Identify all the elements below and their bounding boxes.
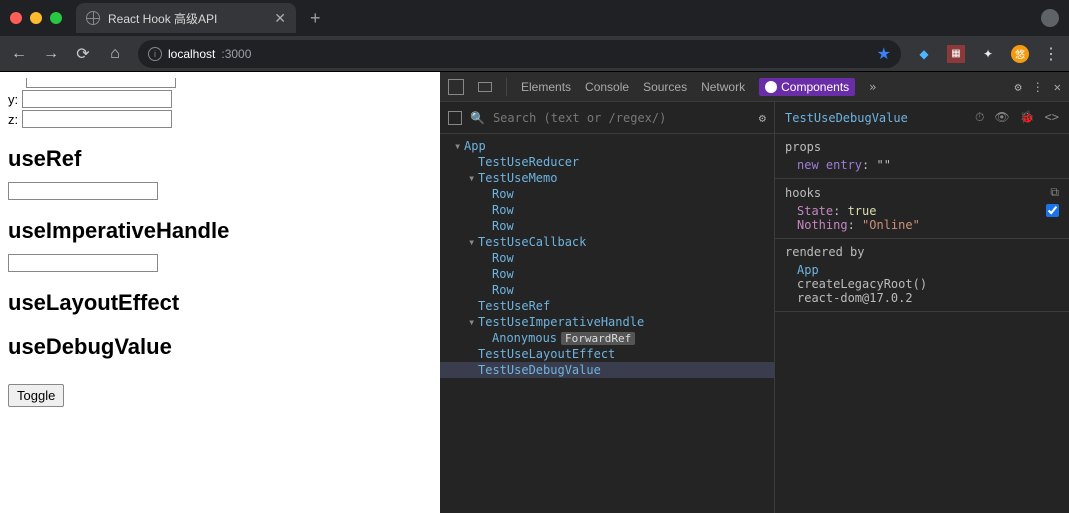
search-icon: 🔍 [470,111,485,125]
rendered-by-app[interactable]: App [785,263,1059,277]
back-button[interactable]: ← [10,45,28,63]
tree-node-row[interactable]: Row [440,250,774,266]
inspect-element-icon[interactable] [448,79,464,95]
extension-avatar-icon[interactable]: 悠 [1011,45,1029,63]
tab-console[interactable]: Console [585,80,629,94]
tab-title: React Hook 高级API [108,10,217,27]
props-section-title: props [785,140,1059,154]
tree-node-testuselayouteffect[interactable]: TestUseLayoutEffect [440,346,774,362]
tree-node-row[interactable]: Row [440,218,774,234]
view-source-icon[interactable]: <> [1045,110,1059,125]
hook-state-value[interactable]: true [848,204,877,218]
home-button[interactable]: ⌂ [106,45,124,63]
hook-nothing-key: Nothing [797,218,848,232]
devtools-settings-icon[interactable]: ⚙ [1015,80,1022,94]
new-entry-key[interactable]: new entry [797,158,862,172]
url-host: localhost [168,47,215,61]
tabs-overflow-icon[interactable]: » [869,80,876,94]
hook-nothing-value: "Online" [862,218,920,232]
devtools-close-icon[interactable]: ✕ [1054,80,1061,94]
selected-component-name: TestUseDebugValue [785,111,908,125]
window-max-dot[interactable] [50,12,62,24]
tab-components[interactable]: Components [759,78,855,96]
new-tab-button[interactable]: + [304,8,327,29]
tree-node-row[interactable]: Row [440,266,774,282]
new-entry-value[interactable]: "" [876,158,890,172]
rendered-by-root: createLegacyRoot() [785,277,1059,291]
select-component-icon[interactable] [448,111,462,125]
bookmark-star-icon[interactable]: ★ [877,44,891,64]
tree-node-row[interactable]: Row [440,282,774,298]
tab-elements[interactable]: Elements [521,80,571,94]
tree-node-testuseref[interactable]: TestUseRef [440,298,774,314]
tree-node-row[interactable]: Row [440,186,774,202]
useref-input[interactable] [8,182,158,200]
tab-network[interactable]: Network [701,80,745,94]
profile-icon[interactable] [1041,9,1059,27]
extension-puzzle-icon[interactable]: ✦ [979,45,997,63]
useimperative-input[interactable] [8,254,158,272]
tree-node-app[interactable]: ▾App [440,138,774,154]
site-info-icon[interactable]: i [148,47,162,61]
z-label: z: [8,112,18,127]
partial-input[interactable] [26,78,176,88]
globe-icon [86,11,100,25]
window-min-dot[interactable] [30,12,42,24]
tree-node-testusereducer[interactable]: TestUseReducer [440,154,774,170]
window-close-dot[interactable] [10,12,22,24]
rendered-by-version: react-dom@17.0.2 [785,291,1059,305]
forwardref-badge: ForwardRef [561,332,635,345]
component-search-input[interactable] [493,111,751,125]
hook-state-checkbox[interactable] [1046,204,1059,217]
hook-state-key: State [797,204,833,218]
tree-node-testusememo[interactable]: ▾TestUseMemo [440,170,774,186]
heading-uselayouteffect: useLayoutEffect [8,290,432,316]
log-data-icon[interactable]: 🐞 [1020,110,1035,125]
tab-sources[interactable]: Sources [643,80,687,94]
browser-menu-icon[interactable]: ⋮ [1043,44,1059,64]
y-label: y: [8,92,18,107]
tab-components-label: Components [781,80,849,94]
y-input[interactable] [22,90,172,108]
heading-usedebugvalue: useDebugValue [8,334,432,360]
react-icon [765,81,777,93]
tree-settings-icon[interactable]: ⚙ [759,111,766,125]
forward-button[interactable]: → [42,45,60,63]
copy-hooks-icon[interactable]: ⧉ [1050,185,1059,200]
tab-close-icon[interactable]: ✕ [274,10,286,27]
tree-node-row[interactable]: Row [440,202,774,218]
device-toolbar-icon[interactable] [478,82,492,92]
extension-diamond-icon[interactable]: ◆ [915,45,933,63]
web-page: y: z: useRef useImperativeHandle useLayo… [0,72,440,513]
devtools-menu-icon[interactable]: ⋮ [1032,80,1044,94]
component-tree: ▾App TestUseReducer ▾TestUseMemo Row Row… [440,134,774,513]
reload-button[interactable]: ⟳ [74,44,92,64]
inspect-dom-icon[interactable]: 👁 [994,110,1009,125]
toggle-button[interactable]: Toggle [8,384,64,407]
url-port: :3000 [221,47,251,61]
tree-node-testusedebugvalue[interactable]: TestUseDebugValue [440,362,774,378]
heading-useref: useRef [8,146,432,172]
tree-node-anonymous[interactable]: AnonymousForwardRef [440,330,774,346]
suspense-timer-icon[interactable]: ⏱ [975,110,984,125]
tree-node-testuseimperativehandle[interactable]: ▾TestUseImperativeHandle [440,314,774,330]
extension-box-icon[interactable]: ▦ [947,45,965,63]
browser-tab[interactable]: React Hook 高级API ✕ [76,3,296,33]
hooks-section-title: hooks [785,186,821,200]
z-input[interactable] [22,110,172,128]
rendered-by-title: rendered by [785,245,1059,259]
tree-node-testusecallback[interactable]: ▾TestUseCallback [440,234,774,250]
address-bar[interactable]: i localhost :3000 ★ [138,40,901,68]
heading-useimperativehandle: useImperativeHandle [8,218,432,244]
